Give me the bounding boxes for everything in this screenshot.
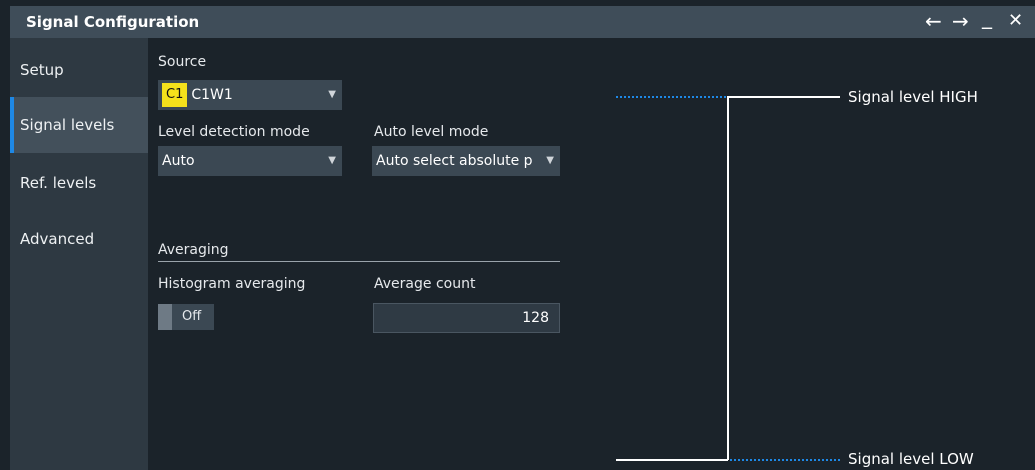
sidebar-item-ref-levels[interactable]: Ref. levels [10,155,148,211]
title-bar: Signal Configuration ← → _ ✕ [10,6,1035,38]
forward-arrow-icon[interactable]: → [952,10,969,32]
sidebar-item-setup[interactable]: Setup [10,42,148,98]
close-icon[interactable]: ✕ [1008,10,1023,32]
signal-level-low-label: Signal level LOW [848,450,974,468]
minimize-icon[interactable]: _ [982,6,992,28]
sidebar: Setup Signal levels Ref. levels Advanced [10,38,148,470]
sidebar-item-advanced[interactable]: Advanced [10,211,148,267]
sidebar-item-signal-levels[interactable]: Signal levels [10,97,148,153]
window-title: Signal Configuration [26,13,200,31]
main-panel: Source C1 C1W1 ▼ Level detection mode Aut… [148,38,1035,470]
signal-level-high-label: Signal level HIGH [848,88,978,106]
back-arrow-icon[interactable]: ← [925,10,942,32]
